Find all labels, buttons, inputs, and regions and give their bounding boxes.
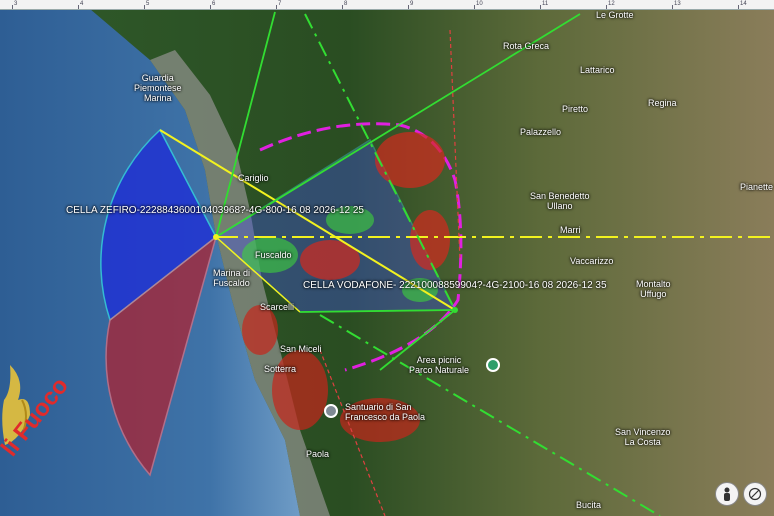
- place-guardia: Guardia Piemontese Marina: [134, 73, 182, 103]
- compass-button[interactable]: [743, 482, 767, 506]
- ruler-tick: 13: [672, 1, 681, 9]
- ruler-tick: 14: [738, 1, 747, 9]
- ruler-tick: 12: [606, 1, 615, 9]
- vodafone-antenna-marker[interactable]: [452, 307, 458, 313]
- ruler-tick: 10: [474, 1, 483, 9]
- person-icon: [724, 487, 730, 501]
- ruler-tick: 9: [407, 1, 414, 9]
- place-vaccarizzo: Vaccarizzo: [570, 256, 614, 266]
- compass-icon: [748, 487, 762, 501]
- place-san-benedetto: San Benedetto Ullano: [530, 191, 590, 211]
- place-regina: Regina: [648, 98, 677, 108]
- park-pin-icon[interactable]: [486, 358, 500, 372]
- place-marina-fuscaldo: Marina di Fuscaldo: [213, 268, 251, 288]
- place-cariglio: Cariglio: [238, 173, 269, 183]
- place-pianette: Pianette: [740, 182, 774, 192]
- cell-vodafone-label: CELLA VODAFONE- 22210008859904?-4G-2100-…: [303, 280, 607, 291]
- place-san-vincenzo: San Vincenzo La Costa: [615, 427, 671, 447]
- place-sotterra: Sotterra: [264, 364, 297, 374]
- place-fuscaldo: Fuscaldo: [255, 250, 292, 260]
- place-palazzello: Palazzello: [520, 127, 562, 137]
- ruler-tick: 7: [275, 1, 282, 9]
- place-le-grotte: Le Grotte: [596, 10, 634, 20]
- ruler-tick: 4: [77, 1, 84, 9]
- map-viewer: 3 4 5 6 7 8 9 10 11 12 13 14 Le Grotte G…: [0, 0, 774, 516]
- zefiro-antenna-marker[interactable]: [213, 234, 219, 240]
- place-area-picnic: Area picnic Parco Naturale: [409, 355, 470, 375]
- ruler-tick: 5: [143, 1, 150, 9]
- place-lattarico: Lattarico: [580, 65, 615, 75]
- place-scarcelli: Scarcelli: [260, 302, 295, 312]
- ruler-tick: 11: [539, 1, 549, 9]
- place-piretto: Piretto: [562, 104, 589, 114]
- place-montalto: Montalto Uffugo: [636, 279, 671, 299]
- coordinate-ruler: 3 4 5 6 7 8 9 10 11 12 13 14: [0, 0, 774, 10]
- ruler-tick: 6: [209, 1, 216, 9]
- place-marri: Marri: [560, 225, 581, 235]
- church-pin-icon[interactable]: [324, 404, 338, 418]
- street-view-button[interactable]: [715, 482, 739, 506]
- place-san-miceli: San Miceli: [280, 344, 322, 354]
- place-paola: Paola: [306, 449, 330, 459]
- place-santuario: Santuario di San Francesco da Paola: [345, 402, 426, 422]
- cell-zefiro-label: CELLA ZEFIRO-222884360010403968?-4G-800-…: [66, 205, 364, 216]
- place-bucita: Bucita: [576, 500, 602, 510]
- place-rota-greca: Rota Greca: [503, 41, 550, 51]
- ruler-tick: 8: [341, 1, 348, 9]
- ruler-tick: 3: [11, 1, 18, 9]
